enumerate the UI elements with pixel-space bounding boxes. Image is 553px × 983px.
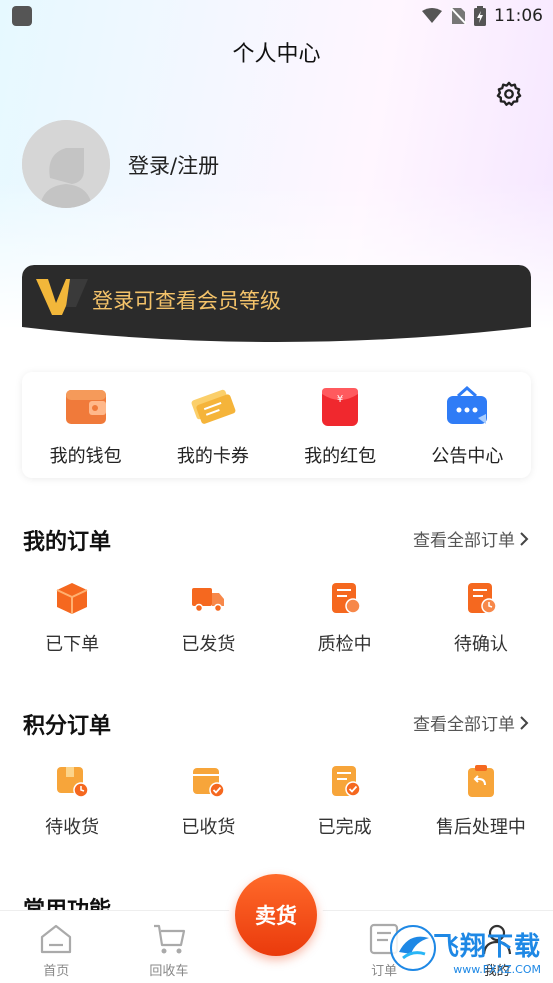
status-bar: 11:06: [0, 0, 553, 32]
vip-v-logo-icon: [36, 277, 88, 317]
announcement-icon: [447, 385, 488, 424]
tab-recycle-cart-label: 回收车: [149, 964, 189, 979]
points-status-after-sale[interactable]: 售后处理中: [416, 763, 546, 839]
wifi-icon: [422, 8, 442, 23]
after-sale-icon: [467, 765, 494, 797]
order-status-inspecting[interactable]: 质检中: [280, 580, 410, 656]
status-right: 11:06: [422, 6, 543, 26]
await-receive-icon: [57, 767, 89, 798]
home-icon: [41, 924, 72, 954]
cart-icon: [153, 924, 185, 954]
points-orders-row: 待收货 已收货 已完成 售后处理中: [0, 763, 553, 839]
sell-button-label: 卖货: [235, 874, 317, 956]
watermark-logo-icon: [390, 925, 436, 971]
chevron-right-icon: [520, 715, 529, 730]
my-orders-title: 我的订单: [23, 530, 112, 555]
order-status-shipped[interactable]: 已发货: [143, 580, 273, 656]
my-orders-view-all-label: 查看全部订单: [413, 531, 515, 551]
points-status-after-sale-label: 售后处理中: [435, 817, 526, 838]
page-title: 个人中心: [232, 42, 321, 67]
status-time: 11:06: [494, 6, 543, 26]
my-orders-view-all[interactable]: 查看全部订单: [413, 526, 529, 551]
svg-text:¥: ¥: [337, 394, 343, 405]
watermark-url: www.FXXZ.COM: [453, 963, 541, 976]
vip-level-card[interactable]: 登录可查看会员等级: [22, 265, 531, 345]
wallet-icon: [65, 390, 106, 424]
quick-label-wallet: 我的钱包: [49, 446, 122, 467]
order-status-pending-confirm[interactable]: 待确认: [416, 580, 546, 656]
tab-home-label: 首页: [43, 964, 70, 979]
order-status-placed[interactable]: 已下单: [7, 580, 137, 656]
points-orders-title: 积分订单: [23, 714, 112, 739]
box-icon: [56, 583, 88, 614]
battery-icon: [474, 6, 486, 26]
inspect-icon: [331, 583, 361, 614]
status-left: [12, 6, 32, 26]
vip-level-text: 登录可查看会员等级: [92, 289, 281, 313]
completed-icon: [331, 766, 361, 797]
quick-label-announcements: 公告中心: [431, 446, 504, 467]
my-orders-row: 已下单 已发货 质检中 待确认: [0, 580, 553, 656]
quick-label-red-packet: 我的红包: [304, 446, 377, 467]
tab-recycle-cart[interactable]: 回收车: [119, 921, 219, 979]
quick-actions-card: 我的钱包 我的卡券 ¥ 我的红包 公告中心: [22, 372, 531, 478]
truck-icon: [192, 588, 225, 613]
settings-gear-icon[interactable]: [495, 80, 523, 108]
order-status-pending-confirm-label: 待确认: [453, 634, 508, 655]
points-status-received[interactable]: 已收货: [143, 763, 273, 839]
coupon-icon: [191, 389, 236, 424]
order-status-inspecting-label: 质检中: [317, 634, 372, 655]
login-register-link[interactable]: 登录/注册: [128, 150, 219, 180]
points-status-completed-label: 已完成: [317, 817, 372, 838]
order-status-placed-label: 已下单: [45, 634, 100, 655]
default-avatar-icon: [22, 120, 110, 208]
points-status-received-label: 已收货: [181, 817, 236, 838]
points-status-await-receive-label: 待收货: [45, 817, 100, 838]
notification-icon: [12, 6, 32, 26]
tab-home[interactable]: 首页: [6, 921, 106, 979]
quick-item-red-packet[interactable]: ¥ 我的红包: [285, 384, 395, 468]
no-sim-icon: [450, 7, 466, 25]
watermark: 飞翔下载 www.FXXZ.COM: [385, 920, 553, 982]
avatar[interactable]: [22, 120, 110, 208]
points-status-await-receive[interactable]: 待收货: [7, 763, 137, 839]
red-packet-icon: ¥: [322, 388, 359, 426]
quick-label-coupons: 我的卡券: [176, 446, 249, 467]
points-orders-view-all[interactable]: 查看全部订单: [413, 710, 529, 735]
received-icon: [193, 768, 226, 798]
watermark-title: 飞翔下载: [432, 932, 541, 962]
sell-button[interactable]: 卖货: [229, 868, 323, 962]
quick-item-coupons[interactable]: 我的卡券: [158, 384, 268, 468]
pending-icon: [467, 583, 497, 614]
points-orders-view-all-label: 查看全部订单: [413, 715, 515, 735]
quick-item-wallet[interactable]: 我的钱包: [31, 384, 141, 468]
quick-item-announcements[interactable]: 公告中心: [412, 384, 522, 468]
chevron-right-icon: [520, 531, 529, 546]
order-status-shipped-label: 已发货: [181, 634, 236, 655]
points-status-completed[interactable]: 已完成: [280, 763, 410, 839]
